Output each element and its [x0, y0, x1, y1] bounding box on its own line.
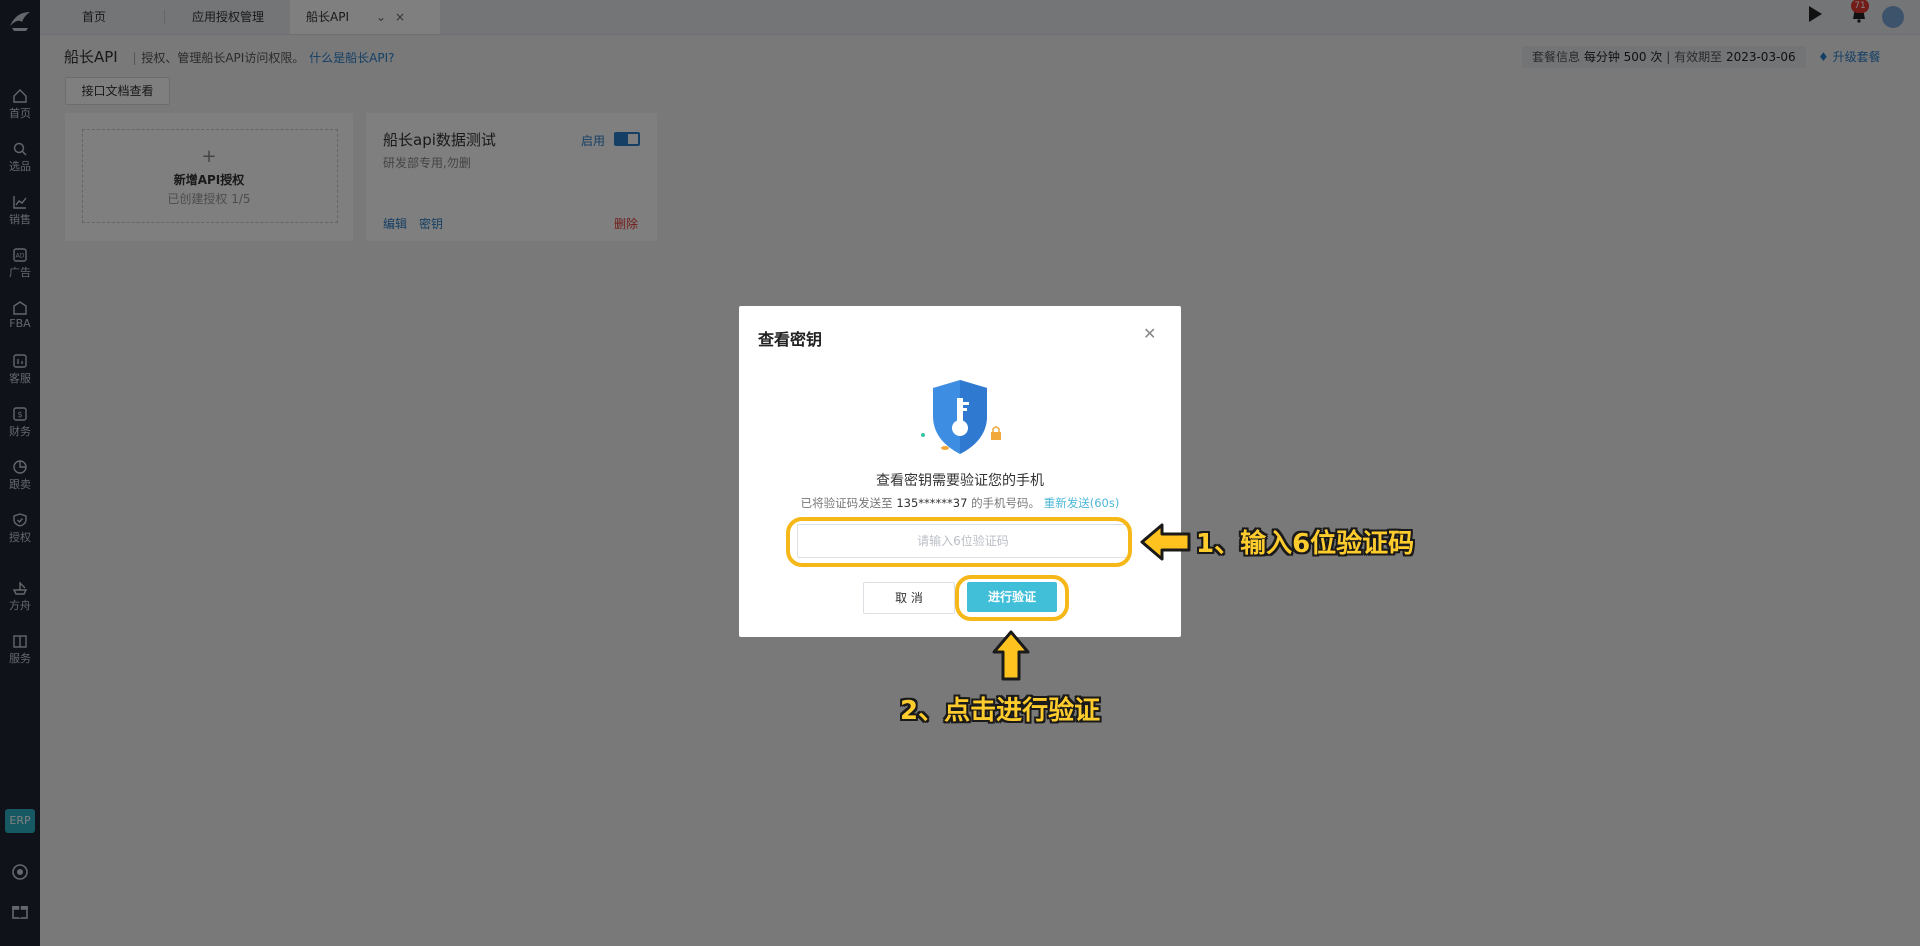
step2-annotation: 2、点击进行验证 — [900, 696, 1101, 726]
button-highlight — [955, 575, 1069, 621]
sms-sent-info: 已将验证码发送至 135******37 的手机号码。 重新发送(60s) — [739, 495, 1181, 511]
shield-key-icon — [921, 380, 1001, 454]
cancel-button[interactable]: 取 消 — [863, 582, 955, 614]
input-highlight — [786, 517, 1132, 567]
sent-suffix: 的手机号码。 — [971, 496, 1041, 510]
arrow-left-icon — [1140, 523, 1191, 561]
close-icon[interactable]: ✕ — [1143, 324, 1156, 343]
modal-heading: 查看密钥需要验证您的手机 — [876, 473, 1044, 489]
sent-prefix: 已将验证码发送至 — [800, 496, 893, 510]
arrow-up-icon — [992, 630, 1030, 681]
modal-title: 查看密钥 — [758, 330, 823, 349]
step1-annotation: 1、输入6位验证码 — [1196, 529, 1415, 559]
resend-link[interactable]: 重新发送(60s) — [1044, 496, 1120, 510]
phone-number: 135******37 — [896, 496, 968, 510]
